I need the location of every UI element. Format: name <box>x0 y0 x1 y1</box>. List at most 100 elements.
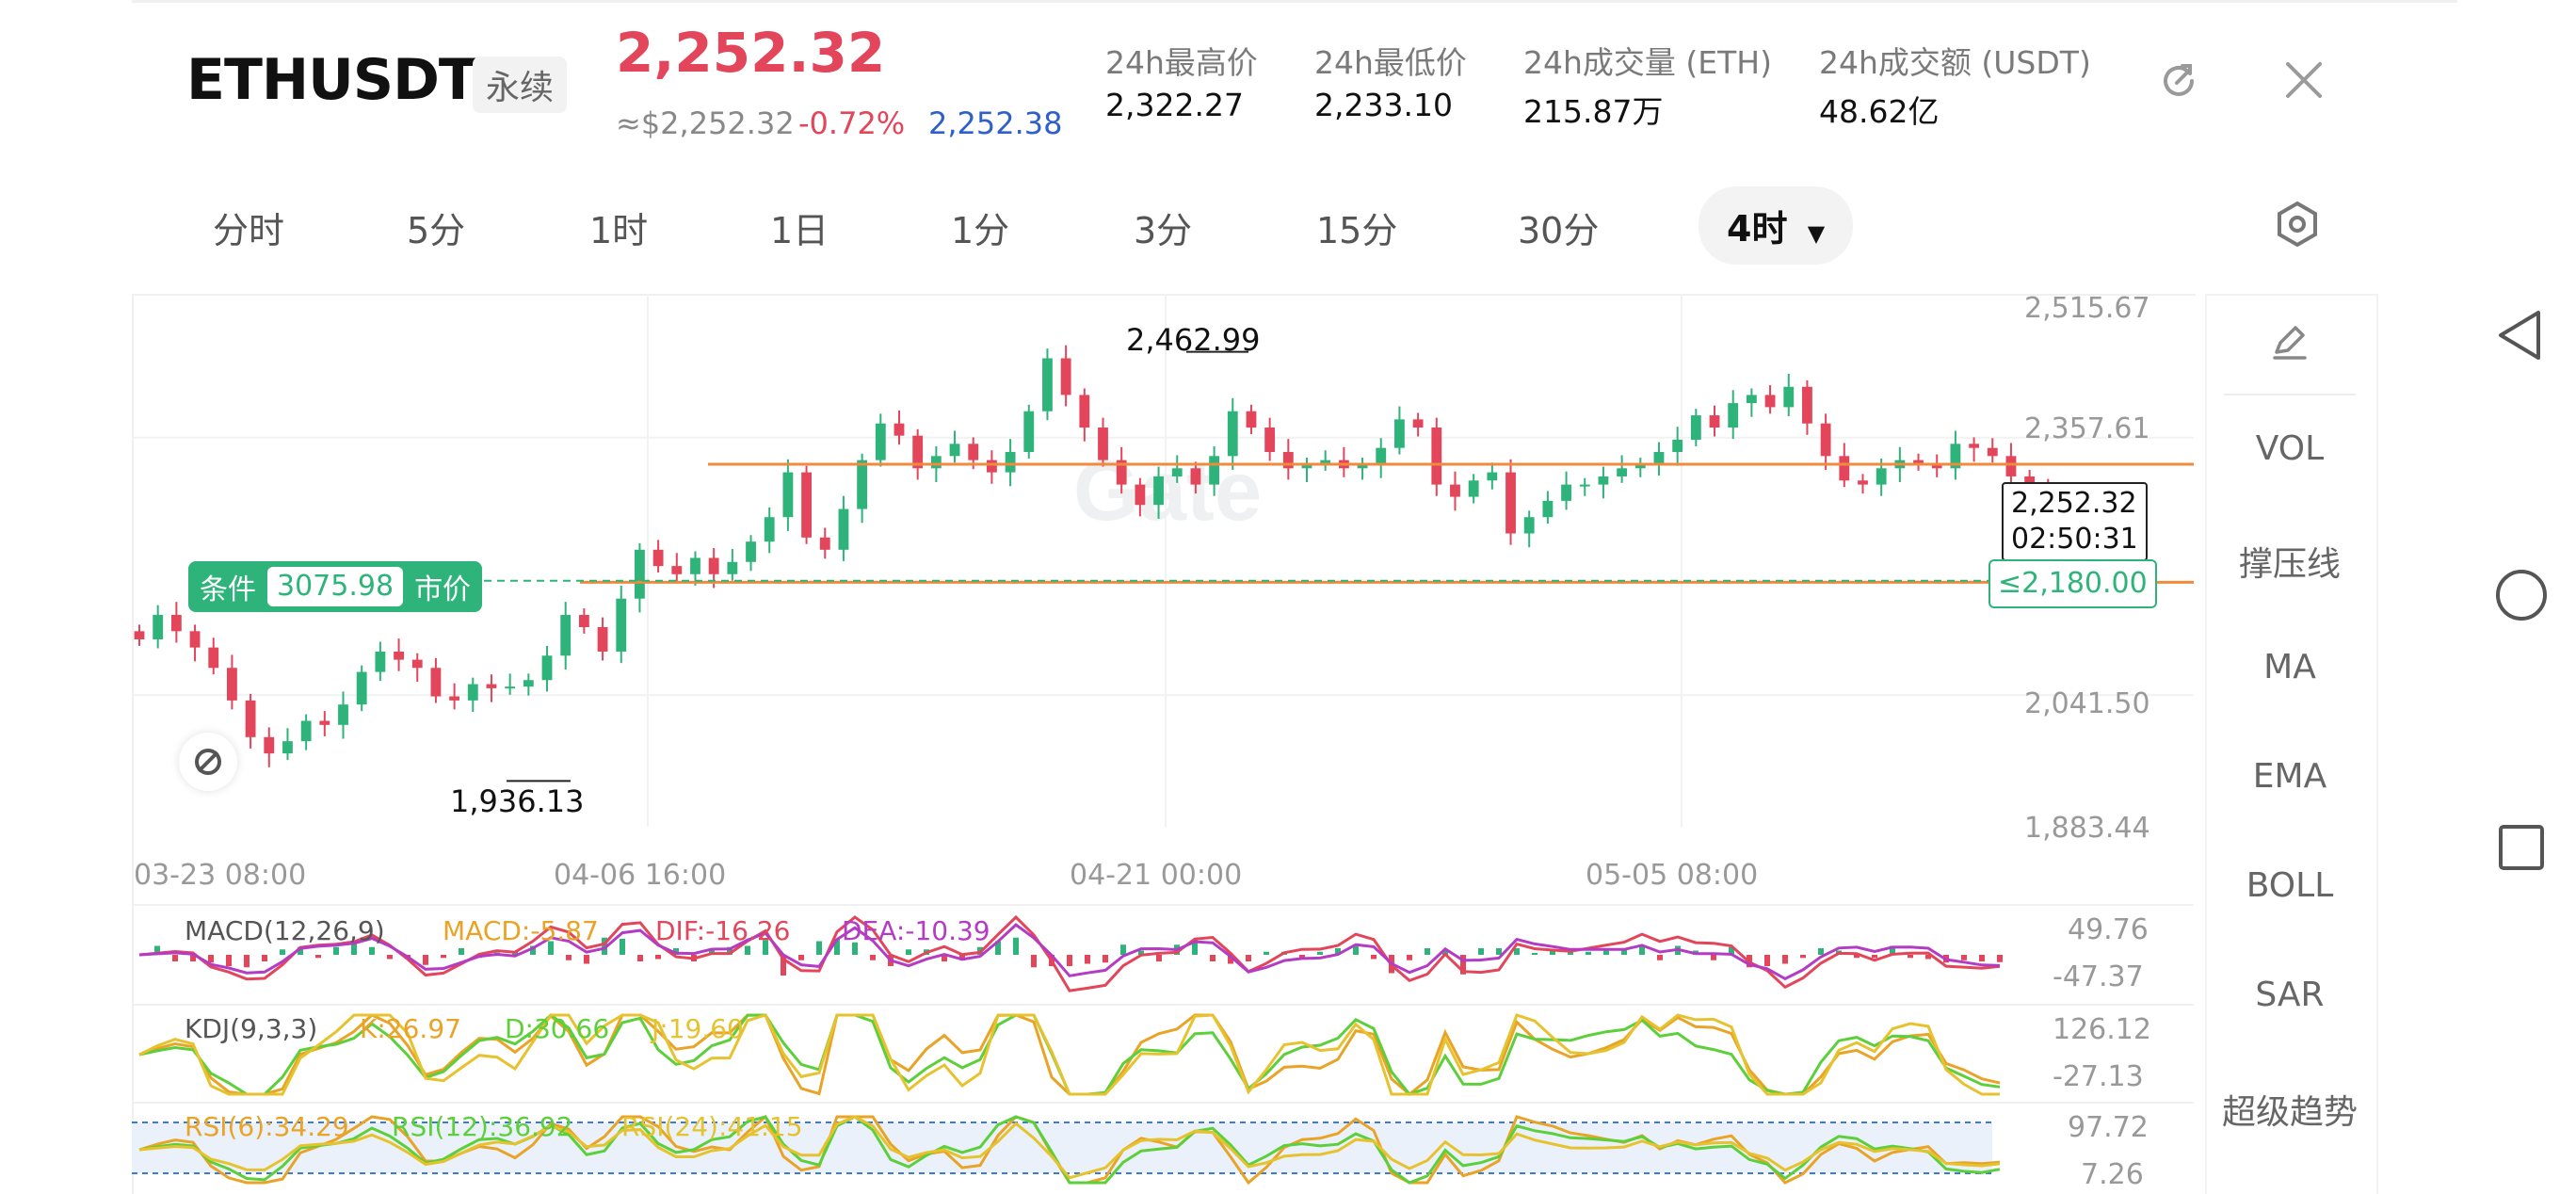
candle-body <box>1394 419 1405 448</box>
refresh-icon[interactable] <box>2154 56 2203 105</box>
candle-body <box>486 684 497 688</box>
indicator-boll[interactable]: BOLL <box>2205 866 2375 905</box>
kdj-j-value: J:19.60 <box>652 1013 744 1044</box>
indicator-ema[interactable]: EMA <box>2205 757 2375 796</box>
candle-body <box>875 423 886 460</box>
macd-histogram-bar <box>620 939 625 955</box>
condition-order-badge[interactable]: 条件 3075.98 市价 <box>188 561 483 612</box>
tab-timeframe-active[interactable]: 4时 ▼ <box>1699 186 1854 265</box>
top-divider <box>132 0 2457 3</box>
tab-timeframe-7[interactable]: 15分 <box>1316 202 1397 253</box>
candle-body <box>449 696 460 701</box>
candle-body <box>430 668 442 697</box>
macd-histogram-bar <box>1818 948 1824 955</box>
pane-divider <box>132 1102 2194 1104</box>
macd-histogram-bar <box>1156 955 1162 961</box>
recents-nav-icon[interactable] <box>2493 819 2550 876</box>
price-axis-label: 2,041.50 <box>2024 687 2150 720</box>
macd-histogram-bar <box>1908 955 1913 959</box>
symbol-title[interactable]: ETHUSDT <box>186 47 477 113</box>
macd-histogram-bar <box>1407 955 1412 960</box>
pane-divider <box>132 904 2194 906</box>
macd-histogram-bar <box>1264 951 1269 955</box>
macd-histogram-bar <box>369 946 375 955</box>
candle-body <box>1023 411 1035 452</box>
trigger-price-tag[interactable]: ≤2,180.00 <box>1988 559 2157 608</box>
candle-body <box>894 423 905 436</box>
candle-body <box>1764 395 1776 408</box>
kdj-axis-top: 126.12 <box>2053 1013 2151 1046</box>
macd-histogram-bar <box>798 955 804 960</box>
candle-body <box>1153 476 1164 506</box>
home-nav-icon[interactable] <box>2493 567 2550 623</box>
candle-body <box>1209 456 1220 485</box>
macd-histogram-bar <box>459 948 464 955</box>
tab-timeframe-3[interactable]: 1时 <box>589 202 648 253</box>
price-axis-label: 1,883.44 <box>2024 812 2150 845</box>
candle-body <box>1098 428 1108 460</box>
indicator-vol[interactable]: VOL <box>2205 429 2375 468</box>
macd-histogram-bar <box>280 949 285 955</box>
candle-body <box>1709 415 1720 428</box>
candle-body <box>153 615 164 639</box>
candle-body <box>541 655 553 681</box>
candle-body <box>1376 447 1387 464</box>
indicator-supertrend[interactable]: 超级趋势 <box>2205 1085 2375 1134</box>
tab-timeframe-8[interactable]: 30分 <box>1518 202 1599 253</box>
tab-timeframe-2[interactable]: 5分 <box>407 202 465 253</box>
candle-countdown: 02:50:31 <box>2011 523 2138 556</box>
candle-body <box>319 720 330 725</box>
indicator-sar[interactable]: SAR <box>2205 976 2375 1014</box>
candle-body <box>1468 480 1479 497</box>
candle-body <box>671 566 683 574</box>
macd-histogram-bar <box>637 955 643 961</box>
macd-histogram-bar <box>1764 955 1770 966</box>
macd-histogram-bar <box>1031 955 1037 968</box>
candle-body <box>930 456 942 469</box>
draw-tool-icon[interactable] <box>2267 318 2312 363</box>
macd-histogram-bar <box>745 945 750 955</box>
close-icon[interactable] <box>2282 58 2326 102</box>
macd-histogram-bar <box>1586 951 1591 955</box>
candle-body <box>282 741 293 754</box>
time-axis-label: 04-21 00:00 <box>1070 859 1243 892</box>
chart-mode-toggle[interactable] <box>179 733 237 791</box>
macd-histogram-bar <box>1120 944 1126 955</box>
chart-settings-icon[interactable] <box>2273 200 2322 249</box>
candle-body <box>782 472 794 518</box>
candle-body <box>1561 484 1571 501</box>
macd-histogram-bar <box>584 955 589 964</box>
macd-histogram-bar <box>387 955 393 960</box>
back-nav-icon[interactable] <box>2493 307 2550 363</box>
candle-body <box>394 651 404 660</box>
macd-histogram-bar <box>1997 955 2003 962</box>
candle-body <box>338 704 348 725</box>
macd-histogram-bar <box>208 955 214 963</box>
candle-body <box>1876 468 1887 485</box>
candle-body <box>134 631 145 639</box>
candle-body <box>690 557 700 574</box>
stat-value-turnover: 48.62亿 <box>1819 93 1940 130</box>
indicator-support-resistance[interactable]: 撑压线 <box>2205 537 2375 586</box>
macd-chart <box>138 914 2003 992</box>
macd-histogram-bar <box>1478 948 1484 955</box>
tab-timeframe-4[interactable]: 1日 <box>770 202 829 253</box>
tab-timeframe-5[interactable]: 1分 <box>951 202 1009 253</box>
kdj-label: KDJ(9,3,3) <box>185 1013 318 1044</box>
high-price-marker: 2,462.99 <box>1126 322 1261 358</box>
stat-value-high: 2,322.27 <box>1105 87 1244 123</box>
time-axis-label: 04-06 16:00 <box>554 859 727 892</box>
candle-body <box>411 659 423 669</box>
candle-body <box>2005 456 2017 476</box>
candle-body <box>838 508 849 550</box>
tab-timeframe-1[interactable]: 分时 <box>213 202 284 253</box>
low-price-marker: 1,936.13 <box>450 783 585 819</box>
kdj-d-value: D:30.66 <box>505 1013 610 1044</box>
indicator-ma[interactable]: MA <box>2205 648 2375 686</box>
macd-histogram-bar <box>1371 955 1377 960</box>
candle-body <box>560 615 572 656</box>
macd-histogram-bar <box>315 955 321 959</box>
tab-timeframe-6[interactable]: 3分 <box>1134 202 1192 253</box>
macd-histogram-bar <box>333 946 339 955</box>
macd-axis-bottom: -47.37 <box>2053 960 2144 993</box>
